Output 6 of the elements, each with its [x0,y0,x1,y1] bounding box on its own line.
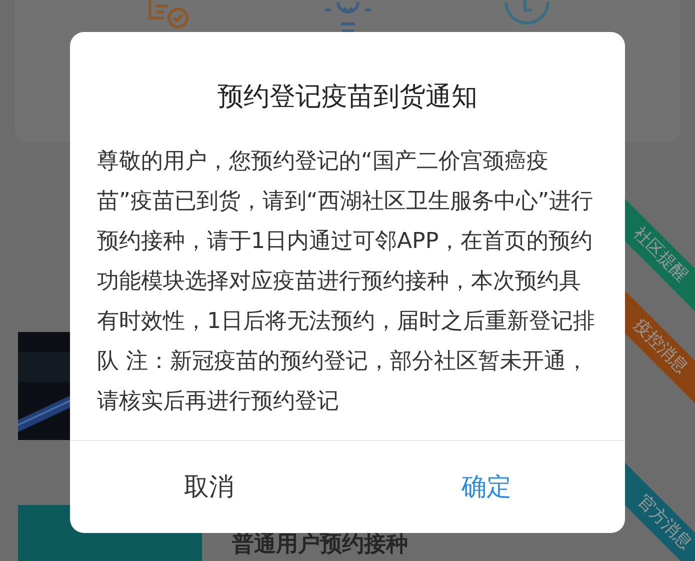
confirm-button[interactable]: 确定 [348,441,625,533]
list-item-title: 普通用户预约接种 [232,534,408,556]
dialog-title: 预约登记疫苗到货通知 [216,81,478,114]
cancel-button[interactable]: 取消 [70,441,348,533]
document-check-icon [146,0,192,30]
dialog-message: 尊敬的用户，您预约登记的“国产二价宫颈癌疫苗”疫苗已到货，请到“西湖社区卫生服务中心”进行预约接种，请于1日内通过可邻APP，在首页的预约功能模块选择对应疫苗进行预约接种，本次预约具有时效性，1日后将无法预约，届时之后重新登记排队 注：新冠疫苗的预约登记，部分社区暂未开通，请核实后再进行预约登记 [97,148,596,416]
